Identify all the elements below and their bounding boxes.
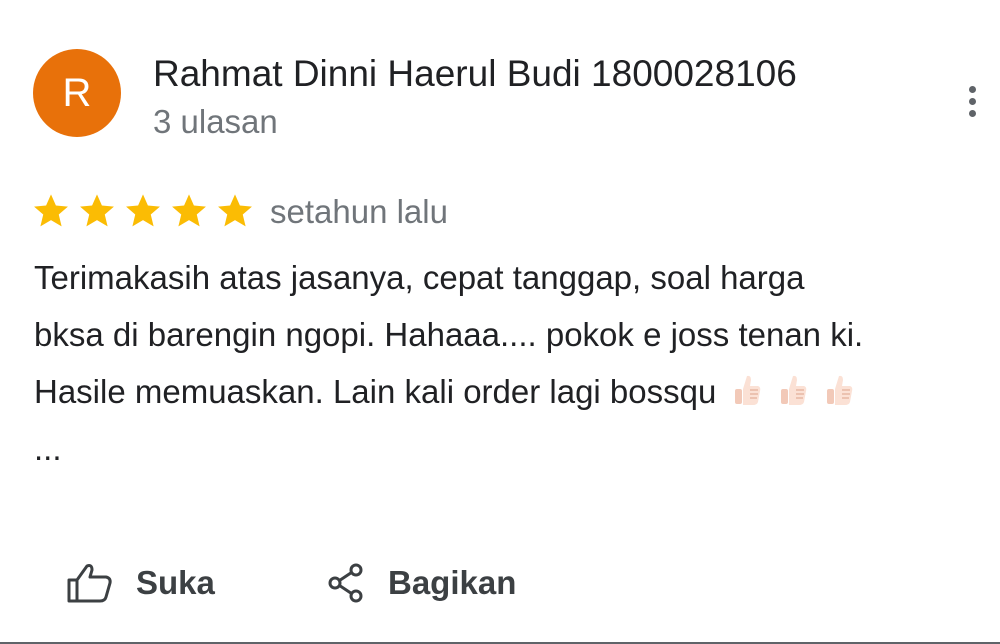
thumbs-up-emoji (732, 373, 762, 407)
show-more-ellipsis[interactable]: ... (34, 427, 62, 471)
star-icon (218, 194, 252, 227)
star-icon (34, 194, 68, 227)
thumbs-up-emoji (778, 373, 808, 407)
star-icon (172, 194, 206, 227)
star-rating (32, 186, 262, 236)
review-count[interactable]: 3 ulasan (153, 100, 278, 144)
share-icon (328, 563, 363, 603)
review-text-line-with-emoji: Hasile memuaskan. Lain kali order lagi b… (34, 370, 854, 414)
thumb-up-icon (67, 564, 112, 603)
star-icon (80, 194, 114, 227)
share-button[interactable]: Bagikan (326, 556, 516, 610)
review-time: setahun lalu (270, 193, 448, 230)
more-vert-icon (969, 86, 976, 93)
review-text: Hasile memuaskan. Lain kali order lagi b… (34, 373, 717, 410)
review-text-line: Terimakasih atas jasanya, cepat tanggap,… (34, 259, 805, 296)
like-button[interactable]: Suka (66, 556, 215, 610)
review-text-line: bksa di barengin ngopi. Hahaaa.... pokok… (34, 316, 864, 353)
review-card: R Rahmat Dinni Haerul Budi 1800028106 3 … (0, 0, 1000, 644)
like-label: Suka (136, 564, 215, 601)
more-options-button[interactable] (956, 80, 990, 124)
author-name[interactable]: Rahmat Dinni Haerul Budi 1800028106 (153, 52, 797, 96)
share-label: Bagikan (388, 564, 517, 601)
thumbs-up-emoji (824, 373, 854, 407)
avatar[interactable]: R (33, 49, 121, 137)
star-icon (126, 194, 160, 227)
